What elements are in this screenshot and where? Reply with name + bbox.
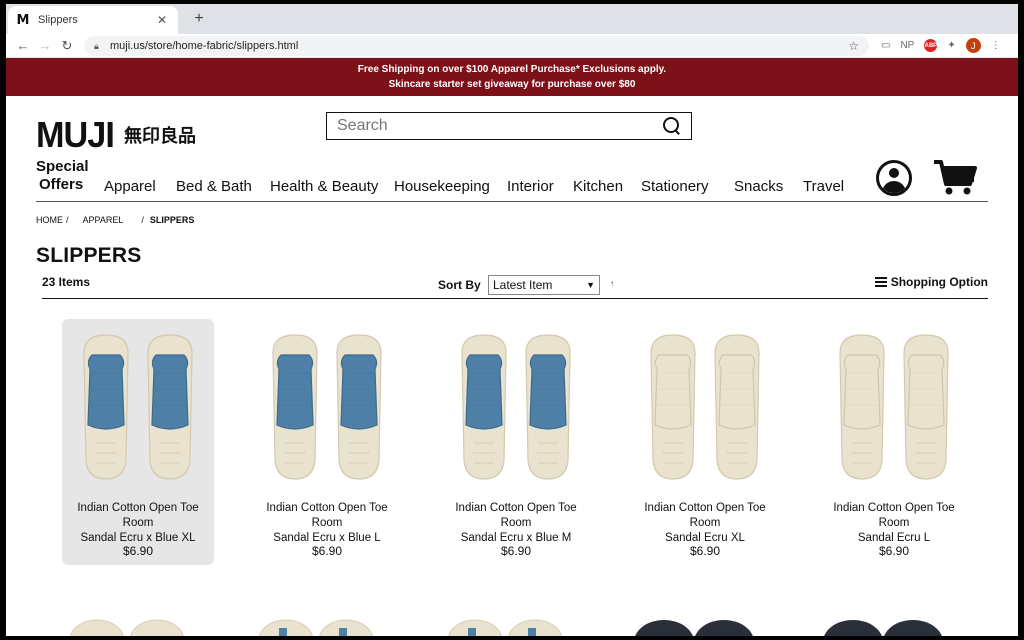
url-text: muji.us/store/home-fabric/slippers.html <box>110 39 299 52</box>
back-icon[interactable]: ← <box>12 38 34 53</box>
breadcrumb-separator: / <box>66 215 69 225</box>
product-name-line1: Indian Cotton Open Toe Room <box>77 502 199 529</box>
slipper-image[interactable] <box>452 333 580 483</box>
breadcrumb-current: SLIPPERS <box>149 215 195 225</box>
slipper-image[interactable] <box>74 333 202 483</box>
product-card[interactable]: Indian Cotton Open Toe Room Sandal Ecru … <box>818 319 970 565</box>
nav-special-line1: Special <box>36 158 89 175</box>
product-name[interactable]: Indian Cotton Open Toe Room Sandal Ecru … <box>818 501 970 546</box>
product-price: $6.90 <box>878 544 910 558</box>
tab-close-icon[interactable]: ✕ <box>154 13 170 27</box>
product-card-partial[interactable] <box>629 604 781 636</box>
nav-stationery[interactable]: Stationery <box>641 178 709 195</box>
nav-special-offers[interactable]: Special Offers <box>36 158 89 194</box>
product-card[interactable]: Indian Cotton Open Toe Room Sandal Ecru … <box>440 319 592 565</box>
nav-special-line2: Offers <box>39 176 84 193</box>
breadcrumb-home[interactable]: HOME <box>36 215 63 225</box>
sort-by-label: Sort By <box>438 278 481 292</box>
lock-icon: 🔒︎ <box>94 40 99 51</box>
product-name[interactable]: Indian Cotton Open Toe Room Sandal Ecru … <box>440 501 592 546</box>
product-name-line1: Indian Cotton Open Toe Room <box>455 502 577 529</box>
puzzle-extensions-icon[interactable]: ✦ <box>947 40 955 51</box>
new-tab-icon[interactable]: + <box>190 10 208 28</box>
product-price: $6.90 <box>689 544 721 558</box>
bookmark-star-icon[interactable]: ☆ <box>848 39 859 53</box>
nav-bed-bath[interactable]: Bed & Bath <box>176 178 252 195</box>
product-name-line1: Indian Cotton Open Toe Room <box>833 502 955 529</box>
product-name-line2: Sandal Ecru x Blue L <box>273 532 381 544</box>
muji-favicon-icon: M <box>16 12 30 28</box>
product-name-line1: Indian Cotton Open Toe Room <box>644 502 766 529</box>
profile-avatar[interactable]: J <box>965 38 981 53</box>
nav-interior[interactable]: Interior <box>507 178 554 195</box>
search-icon[interactable] <box>663 117 681 135</box>
promo-line-2: Skincare starter set giveaway for purcha… <box>388 79 636 90</box>
nav-kitchen[interactable]: Kitchen <box>573 178 623 195</box>
product-card-partial[interactable] <box>440 604 592 636</box>
breadcrumb: HOME / APPAREL / SLIPPERS <box>36 215 194 225</box>
tab-strip: M Slippers ✕ + <box>6 4 1018 34</box>
listing-toolbar: 23 Items Sort By Latest Item ▼ ↑ Shoppin… <box>42 275 988 299</box>
logo-japanese: 無印良品 <box>124 126 197 147</box>
tab-title: Slippers <box>38 14 78 26</box>
extensions-area: ▭ NP ABP ✦ J ⋮ <box>881 38 1001 53</box>
product-price: $6.90 <box>311 544 343 558</box>
cart-icon[interactable] <box>932 158 978 196</box>
promo-line-1: Free Shipping on over $100 Apparel Purch… <box>357 64 667 75</box>
slipper-image[interactable] <box>830 333 958 483</box>
site-header: MUJI 無印良品 <box>6 96 1018 158</box>
search-input[interactable] <box>337 117 663 135</box>
nav-snacks[interactable]: Snacks <box>734 178 783 195</box>
sliders-icon <box>874 277 887 287</box>
product-name-line2: Sandal Ecru x Blue M <box>460 532 572 544</box>
np-extension-icon[interactable]: NP <box>900 40 914 51</box>
product-card-partial[interactable] <box>251 604 403 636</box>
adblock-icon[interactable]: ABP <box>924 39 938 52</box>
product-name-line2: Sandal Ecru x Blue XL <box>80 532 196 544</box>
product-card-partial[interactable] <box>62 604 214 636</box>
nav-apparel[interactable]: Apparel <box>104 178 156 195</box>
product-card[interactable]: Indian Cotton Open Toe Room Sandal Ecru … <box>251 319 403 565</box>
sort-select[interactable]: Latest Item ▼ <box>488 275 600 295</box>
forward-icon[interactable]: → <box>34 38 56 53</box>
menu-kebab-icon[interactable]: ⋮ <box>991 40 1001 51</box>
breadcrumb-apparel[interactable]: APPAREL <box>83 215 124 225</box>
account-icon[interactable] <box>876 160 912 196</box>
product-name-line2: Sandal Ecru XL <box>665 532 745 544</box>
sort-direction-icon[interactable]: ↑ <box>610 279 614 288</box>
product-price: $6.90 <box>122 544 154 558</box>
browser-toolbar: ← → ↻ 🔒︎ muji.us/store/home-fabric/slipp… <box>6 34 1018 58</box>
product-name[interactable]: Indian Cotton Open Toe Room Sandal Ecru … <box>62 501 214 546</box>
shopping-option-button[interactable]: Shopping Option <box>874 275 988 289</box>
promo-banner[interactable]: Free Shipping on over $100 Apparel Purch… <box>6 58 1018 96</box>
product-name[interactable]: Indian Cotton Open Toe Room Sandal Ecru … <box>251 501 403 546</box>
shopping-option-label: Shopping Option <box>890 275 988 289</box>
product-card-partial[interactable] <box>818 604 970 636</box>
reload-icon[interactable]: ↻ <box>56 38 78 54</box>
browser-window: M Slippers ✕ + ← → ↻ 🔒︎ muji.us/store/ho… <box>6 4 1018 636</box>
items-count: 23 Items <box>42 275 91 289</box>
product-name-line2: Sandal Ecru L <box>857 532 931 544</box>
cast-icon[interactable]: ▭ <box>881 40 890 51</box>
sort-select-value: Latest Item <box>493 278 553 292</box>
search-box <box>326 112 692 140</box>
product-card[interactable]: Indian Cotton Open Toe Room Sandal Ecru … <box>629 319 781 565</box>
nav-health-beauty[interactable]: Health & Beauty <box>270 178 378 195</box>
product-name-line1: Indian Cotton Open Toe Room <box>266 502 388 529</box>
product-price: $6.90 <box>500 544 532 558</box>
breadcrumb-separator: / <box>141 215 144 225</box>
page-title: SLIPPERS <box>36 244 142 267</box>
product-name[interactable]: Indian Cotton Open Toe Room Sandal Ecru … <box>629 501 781 546</box>
slipper-image[interactable] <box>641 333 769 483</box>
main-nav: Special Offers Apparel Bed & Bath Health… <box>36 158 988 202</box>
address-bar[interactable]: 🔒︎ muji.us/store/home-fabric/slippers.ht… <box>84 35 869 56</box>
logo-text: MUJI <box>36 114 115 155</box>
slipper-image[interactable] <box>263 333 391 483</box>
muji-logo[interactable]: MUJI 無印良品 <box>36 114 196 156</box>
nav-housekeeping[interactable]: Housekeeping <box>394 178 490 195</box>
nav-travel[interactable]: Travel <box>803 178 844 195</box>
browser-tab[interactable]: M Slippers ✕ <box>8 6 178 34</box>
product-card[interactable]: Indian Cotton Open Toe Room Sandal Ecru … <box>62 319 214 565</box>
chevron-down-icon: ▼ <box>586 280 595 290</box>
